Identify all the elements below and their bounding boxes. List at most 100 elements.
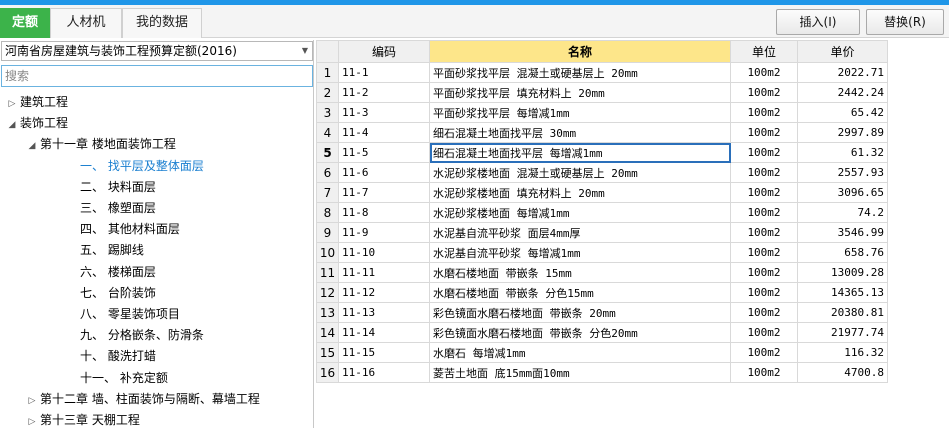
replace-button[interactable]: 替换(R) [866, 9, 944, 35]
name-cell[interactable]: 水磨石楼地面 带嵌条 15mm [429, 262, 731, 283]
tree-node[interactable]: 十一、 补充定额 [44, 368, 168, 389]
tab-labor-materials[interactable]: 人材机 [50, 8, 122, 38]
price-cell[interactable]: 658.76 [797, 242, 888, 263]
price-cell[interactable]: 3546.99 [797, 222, 888, 243]
tree-node[interactable]: 六、 楼梯面层 [44, 262, 156, 283]
table-row[interactable]: 12 11-12 水磨石楼地面 带嵌条 分色15mm 100m2 14365.13 [316, 282, 888, 303]
unit-cell[interactable]: 100m2 [730, 122, 798, 143]
expand-arrow-icon[interactable]: ▷ [24, 412, 40, 433]
row-index[interactable]: 2 [316, 82, 339, 103]
name-cell[interactable]: 水泥砂浆楼地面 每增减1mm [429, 202, 731, 223]
tree-node[interactable]: 九、 分格嵌条、防滑条 [44, 325, 204, 346]
table-row[interactable]: 7 11-7 水泥砂浆楼地面 填充材料上 20mm 100m2 3096.65 [316, 182, 888, 203]
row-index[interactable]: 5 [316, 142, 339, 163]
code-cell[interactable]: 11-12 [338, 282, 430, 303]
price-cell[interactable]: 116.32 [797, 342, 888, 363]
expand-arrow-icon[interactable]: ▷ [24, 391, 40, 412]
price-cell[interactable]: 14365.13 [797, 282, 888, 303]
row-index[interactable]: 4 [316, 122, 339, 143]
table-row[interactable]: 16 11-16 菱苦土地面 底15mm面10mm 100m2 4700.8 [316, 362, 888, 383]
name-cell[interactable]: 平面砂浆找平层 填充材料上 20mm [429, 82, 731, 103]
row-index[interactable]: 9 [316, 222, 339, 243]
price-cell[interactable]: 61.32 [797, 142, 888, 163]
unit-cell[interactable]: 100m2 [730, 222, 798, 243]
library-select[interactable]: 河南省房屋建筑与装饰工程预算定额(2016) ▼ [1, 41, 313, 61]
name-cell[interactable]: 彩色镜面水磨石楼地面 带嵌条 分色20mm [429, 322, 731, 343]
name-cell[interactable]: 水泥基自流平砂浆 面层4mm厚 [429, 222, 731, 243]
row-index[interactable]: 11 [316, 262, 339, 283]
tree-node[interactable]: 一、 找平层及整体面层 [44, 156, 204, 177]
row-index[interactable]: 10 [316, 242, 339, 263]
table-row[interactable]: 10 11-10 水泥基自流平砂浆 每增减1mm 100m2 658.76 [316, 242, 888, 263]
code-cell[interactable]: 11-8 [338, 202, 430, 223]
code-cell[interactable]: 11-15 [338, 342, 430, 363]
row-index[interactable]: 3 [316, 102, 339, 123]
header-name[interactable]: 名称 [429, 40, 731, 63]
row-index[interactable]: 12 [316, 282, 339, 303]
price-cell[interactable]: 4700.8 [797, 362, 888, 383]
unit-cell[interactable]: 100m2 [730, 82, 798, 103]
price-cell[interactable]: 2022.71 [797, 62, 888, 83]
collapse-arrow-icon[interactable]: ◢ [4, 115, 20, 136]
price-cell[interactable]: 20380.81 [797, 302, 888, 323]
unit-cell[interactable]: 100m2 [730, 62, 798, 83]
name-cell[interactable]: 水磨石楼地面 带嵌条 分色15mm [429, 282, 731, 303]
table-row[interactable]: 6 11-6 水泥砂浆楼地面 混凝土或硬基层上 20mm 100m2 2557.93 [316, 162, 888, 183]
code-cell[interactable]: 11-5 [338, 142, 430, 163]
table-row[interactable]: 13 11-13 彩色镜面水磨石楼地面 带嵌条 20mm 100m2 20380.81 [316, 302, 888, 323]
tab-my-data[interactable]: 我的数据 [122, 8, 202, 38]
tree-node[interactable]: 二、 块料面层 [44, 177, 156, 198]
tree-node[interactable]: 七、 台阶装饰 [44, 283, 156, 304]
unit-cell[interactable]: 100m2 [730, 322, 798, 343]
expand-arrow-icon[interactable]: ▷ [4, 94, 20, 115]
row-index[interactable]: 13 [316, 302, 339, 323]
unit-cell[interactable]: 100m2 [730, 162, 798, 183]
tree-node[interactable]: ▷ 建筑工程 [4, 92, 68, 113]
code-cell[interactable]: 11-13 [338, 302, 430, 323]
code-cell[interactable]: 11-6 [338, 162, 430, 183]
row-index[interactable]: 1 [316, 62, 339, 83]
search-input[interactable]: 搜索 [1, 65, 313, 87]
unit-cell[interactable]: 100m2 [730, 302, 798, 323]
table-row[interactable]: 14 11-14 彩色镜面水磨石楼地面 带嵌条 分色20mm 100m2 21977.7… [316, 322, 888, 343]
unit-cell[interactable]: 100m2 [730, 282, 798, 303]
price-cell[interactable]: 65.42 [797, 102, 888, 123]
price-cell[interactable]: 13009.28 [797, 262, 888, 283]
collapse-arrow-icon[interactable]: ◢ [24, 136, 40, 157]
tree-node[interactable]: 五、 踢脚线 [44, 240, 144, 261]
code-cell[interactable]: 11-4 [338, 122, 430, 143]
code-cell[interactable]: 11-14 [338, 322, 430, 343]
code-cell[interactable]: 11-11 [338, 262, 430, 283]
code-cell[interactable]: 11-3 [338, 102, 430, 123]
unit-cell[interactable]: 100m2 [730, 242, 798, 263]
chevron-down-icon[interactable]: ▼ [302, 42, 308, 60]
tree-node[interactable]: 八、 零星装饰项目 [44, 304, 180, 325]
table-row[interactable]: 1 11-1 平面砂浆找平层 混凝土或硬基层上 20mm 100m2 2022.71 [316, 62, 888, 83]
table-row[interactable]: 11 11-11 水磨石楼地面 带嵌条 15mm 100m2 13009.28 [316, 262, 888, 283]
unit-cell[interactable]: 100m2 [730, 202, 798, 223]
tree-node[interactable]: ▷ 第十二章 墙、柱面装饰与隔断、幕墙工程 [24, 389, 260, 410]
name-cell[interactable]: 水泥砂浆楼地面 混凝土或硬基层上 20mm [429, 162, 731, 183]
code-cell[interactable]: 11-7 [338, 182, 430, 203]
name-cell[interactable]: 平面砂浆找平层 混凝土或硬基层上 20mm [429, 62, 731, 83]
table-row[interactable]: 8 11-8 水泥砂浆楼地面 每增减1mm 100m2 74.2 [316, 202, 888, 223]
unit-cell[interactable]: 100m2 [730, 262, 798, 283]
price-cell[interactable]: 2997.89 [797, 122, 888, 143]
price-cell[interactable]: 21977.74 [797, 322, 888, 343]
unit-cell[interactable]: 100m2 [730, 362, 798, 383]
header-price[interactable]: 单价 [797, 40, 888, 63]
row-index[interactable]: 16 [316, 362, 339, 383]
table-row[interactable]: 15 11-15 水磨石 每增减1mm 100m2 116.32 [316, 342, 888, 363]
row-index[interactable]: 8 [316, 202, 339, 223]
name-cell[interactable]: 水泥基自流平砂浆 每增减1mm [429, 242, 731, 263]
name-cell[interactable]: 细石混凝土地面找平层 每增减1mm [429, 142, 731, 163]
table-row[interactable]: 5 11-5 细石混凝土地面找平层 每增减1mm 100m2 61.32 [316, 142, 888, 163]
unit-cell[interactable]: 100m2 [730, 342, 798, 363]
price-cell[interactable]: 2442.24 [797, 82, 888, 103]
unit-cell[interactable]: 100m2 [730, 102, 798, 123]
header-code[interactable]: 编码 [338, 40, 430, 63]
code-cell[interactable]: 11-9 [338, 222, 430, 243]
name-cell[interactable]: 水泥砂浆楼地面 填充材料上 20mm [429, 182, 731, 203]
price-cell[interactable]: 2557.93 [797, 162, 888, 183]
price-cell[interactable]: 3096.65 [797, 182, 888, 203]
